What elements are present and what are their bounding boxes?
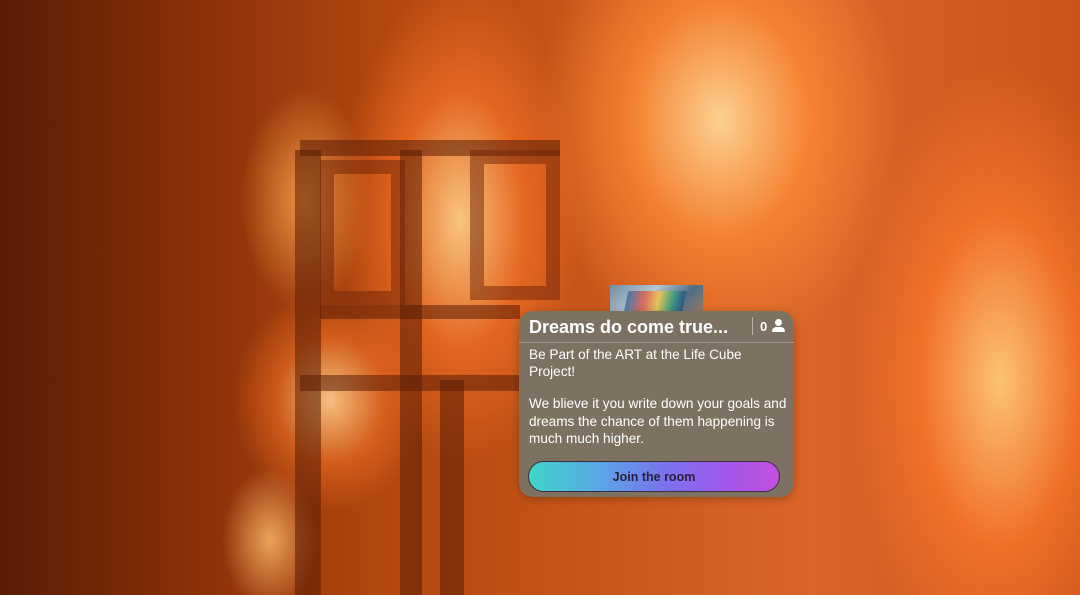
participant-count: 0	[760, 319, 768, 334]
building-window	[320, 160, 405, 305]
building-pillar	[440, 380, 464, 595]
room-description-paragraph: We blieve it you write down your goals a…	[529, 396, 787, 446]
join-room-button[interactable]: Join the room	[528, 461, 780, 492]
building-pillar	[295, 150, 321, 595]
room-title: Dreams do come true...	[529, 317, 729, 337]
fire-background-image: Dreams do come true... 0 Be Part of the …	[0, 0, 1080, 595]
user-icon	[772, 319, 785, 332]
room-card-header: Dreams do come true... 0	[519, 311, 794, 343]
header-divider	[752, 317, 753, 335]
room-description-paragraph: Be Part of the ART at the Life Cube Proj…	[529, 347, 742, 380]
building-window	[470, 150, 560, 300]
life-cube-artwork	[623, 291, 687, 313]
room-card[interactable]: Dreams do come true... 0 Be Part of the …	[519, 311, 794, 497]
room-description: Be Part of the ART at the Life Cube Proj…	[529, 346, 787, 447]
